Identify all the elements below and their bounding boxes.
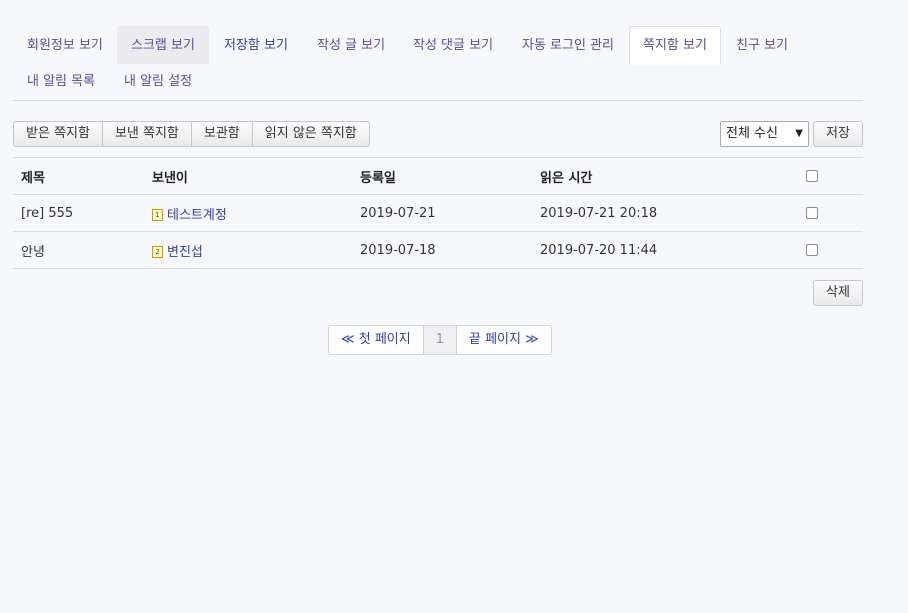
- chevron-down-icon: ▼: [795, 128, 803, 139]
- table-row[interactable]: 안녕 2 변진섭 2019-07-18 2019-07-20 11:44: [13, 231, 863, 269]
- tab-my-comments[interactable]: 작성 댓글 보기: [399, 26, 507, 64]
- message-table: 제목 보낸이 등록일 읽은 시간 [re] 555 1 테스트계정 2019-07…: [13, 157, 863, 269]
- delete-button[interactable]: 삭제: [813, 280, 863, 306]
- message-sender[interactable]: 테스트계정: [167, 208, 227, 223]
- row-checkbox[interactable]: [806, 244, 818, 256]
- receive-filter-select[interactable]: 전체 수신 ▼: [720, 121, 809, 147]
- member-tabs: 회원정보 보기 스크랩 보기 저장함 보기 작성 글 보기 작성 댓글 보기 자…: [13, 0, 863, 101]
- receive-filter-value: 전체 수신: [726, 126, 778, 141]
- header-sender: 보낸이: [144, 157, 352, 195]
- message-read-time: 2019-07-21 20:18: [532, 194, 798, 232]
- tab-member-info[interactable]: 회원정보 보기: [13, 26, 117, 64]
- member-level-icon: 1: [152, 209, 163, 221]
- received-messages-button[interactable]: 받은 쪽지함: [13, 121, 103, 147]
- tab-notification-settings[interactable]: 내 알림 설정: [110, 62, 206, 100]
- message-read-time: 2019-07-20 11:44: [532, 231, 798, 269]
- tab-saved[interactable]: 저장함 보기: [210, 26, 302, 64]
- pagination: ≪ 첫 페이지 1 끝 페이지 ≫: [328, 325, 552, 355]
- row-checkbox[interactable]: [806, 207, 818, 219]
- tab-friends[interactable]: 친구 보기: [722, 26, 802, 64]
- archive-button[interactable]: 보관함: [191, 121, 253, 147]
- first-page-link[interactable]: ≪ 첫 페이지: [329, 326, 423, 354]
- header-date: 등록일: [352, 157, 532, 195]
- row-select-cell: [798, 194, 863, 232]
- sent-messages-button[interactable]: 보낸 쪽지함: [102, 121, 192, 147]
- member-level-icon: 2: [152, 246, 163, 258]
- select-all-checkbox[interactable]: [806, 170, 818, 182]
- member-page: 회원정보 보기 스크랩 보기 저장함 보기 작성 글 보기 작성 댓글 보기 자…: [13, 0, 863, 355]
- message-title[interactable]: 안녕: [13, 231, 144, 269]
- tab-messages[interactable]: 쪽지함 보기: [629, 26, 721, 65]
- last-page-link[interactable]: 끝 페이지 ≫: [457, 326, 551, 354]
- tab-notification-list[interactable]: 내 알림 목록: [13, 62, 109, 100]
- header-title: 제목: [13, 157, 144, 195]
- message-sender-cell: 2 변진섭: [144, 231, 352, 269]
- message-box-buttons: 받은 쪽지함 보낸 쪽지함 보관함 읽지 않은 쪽지함: [13, 121, 370, 147]
- tab-auto-login[interactable]: 자동 로그인 관리: [508, 26, 628, 64]
- current-page: 1: [422, 326, 457, 354]
- table-header-row: 제목 보낸이 등록일 읽은 시간: [13, 157, 863, 195]
- table-row[interactable]: [re] 555 1 테스트계정 2019-07-21 2019-07-21 20…: [13, 194, 863, 232]
- message-date: 2019-07-18: [352, 231, 532, 269]
- tab-my-posts[interactable]: 작성 글 보기: [303, 26, 399, 64]
- save-button[interactable]: 저장: [813, 121, 863, 147]
- header-read-time: 읽은 시간: [532, 157, 798, 195]
- header-select-all: [798, 157, 863, 195]
- message-title[interactable]: [re] 555: [13, 194, 144, 232]
- row-select-cell: [798, 231, 863, 269]
- message-date: 2019-07-21: [352, 194, 532, 232]
- message-sender-cell: 1 테스트계정: [144, 194, 352, 232]
- message-sender[interactable]: 변진섭: [167, 245, 203, 260]
- unread-messages-button[interactable]: 읽지 않은 쪽지함: [252, 121, 370, 147]
- tab-scrap[interactable]: 스크랩 보기: [117, 26, 209, 64]
